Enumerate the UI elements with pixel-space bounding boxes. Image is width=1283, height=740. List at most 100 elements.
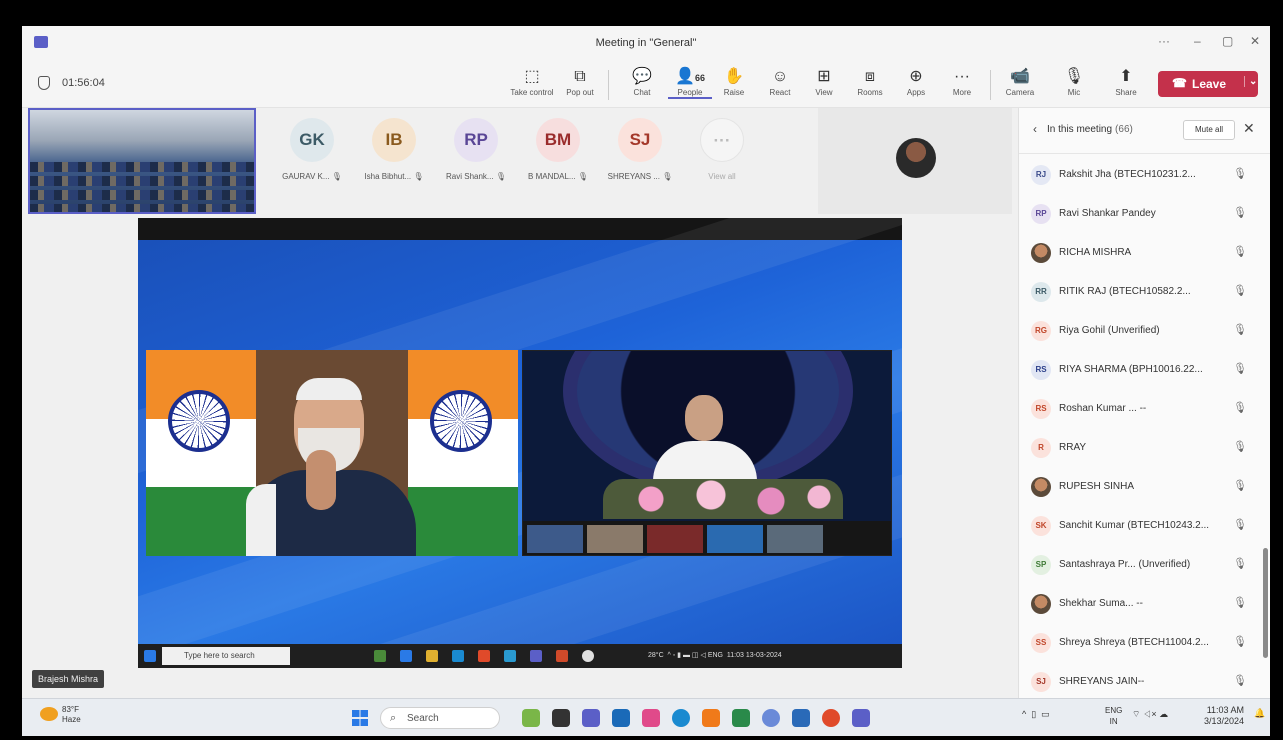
people-panel-header: ‹ In this meeting (66) Mute all ✕ xyxy=(1019,108,1270,154)
system-tray[interactable]: ^ ▯ ▭ xyxy=(1022,709,1050,720)
shared-search-box: Type here to search xyxy=(162,647,290,665)
teams-meeting-window: Meeting in "General" ··· – ▢ ✕ 01:56:04 … xyxy=(22,26,1270,698)
pop-out-button[interactable]: ⧉ Pop out xyxy=(558,66,602,97)
taskbar-clock[interactable]: 11:03 AM 3/13/2024 xyxy=(1204,705,1244,727)
windows-start-icon[interactable] xyxy=(352,710,368,726)
meeting-toolbar: 01:56:04 ⬚ Take control ⧉ Pop out 💬 Chat… xyxy=(22,62,1270,108)
network-volume-icons[interactable]: ⌔ ◁× ☁ xyxy=(1132,709,1168,720)
app-icon xyxy=(374,650,386,662)
mic-button[interactable]: 🎙 Mic xyxy=(1052,66,1096,97)
more-button[interactable]: ··· More xyxy=(940,66,984,97)
meeting-timer: 01:56:04 xyxy=(62,77,105,89)
avatar xyxy=(1031,594,1051,614)
app-icon[interactable] xyxy=(762,709,780,727)
window-title: Meeting in "General" xyxy=(595,37,697,49)
participant-name: RRAY xyxy=(1059,442,1087,453)
participant-tile[interactable]: RP Ravi Shank... 🎙 xyxy=(436,118,516,181)
camera-button[interactable]: 📹 Camera xyxy=(998,66,1042,97)
mute-all-button[interactable]: Mute all xyxy=(1183,120,1235,140)
chevron-down-icon[interactable]: ⌄ xyxy=(1244,76,1257,87)
excel-icon[interactable] xyxy=(732,709,750,727)
avatar: IB xyxy=(372,118,416,162)
minimize-button[interactable]: – xyxy=(1194,34,1201,48)
leave-button[interactable]: ☎ Leave ⌄ xyxy=(1158,71,1258,97)
chat-button[interactable]: 💬 Chat xyxy=(620,66,664,97)
app-icon[interactable] xyxy=(642,709,660,727)
avatar: BM xyxy=(536,118,580,162)
participant-list-item[interactable]: Shekhar Suma... -- 🎙 xyxy=(1019,585,1259,624)
participant-tile[interactable]: IB Isha Bibhut... 🎙 xyxy=(354,118,434,181)
react-button[interactable]: ☺ React xyxy=(758,66,802,97)
people-panel: ‹ In this meeting (66) Mute all ✕ RJ Raksh… xyxy=(1018,108,1270,698)
task-view-icon[interactable] xyxy=(552,709,570,727)
participant-tile[interactable]: BM B MANDAL... 🎙 xyxy=(518,118,598,181)
rooms-button[interactable]: ⧈ Rooms xyxy=(848,66,892,97)
view-icon: ⊞ xyxy=(817,68,831,85)
scrollbar[interactable] xyxy=(1263,548,1268,658)
apps-button[interactable]: ⊕ Apps xyxy=(894,66,938,97)
app-icon[interactable] xyxy=(612,709,630,727)
participant-list-item[interactable]: SP Santashraya Pr... (Unverified) 🎙 xyxy=(1019,546,1259,585)
participant-list-item[interactable]: SK Sanchit Kumar (BTECH10243.2... 🎙 xyxy=(1019,507,1259,546)
take-control-button[interactable]: ⬚ Take control xyxy=(510,66,554,97)
notification-bell-icon[interactable]: 🔔 xyxy=(1254,708,1265,719)
taskbar-search-box[interactable]: ⌕ Search xyxy=(380,707,500,729)
speaker-video-tile[interactable] xyxy=(818,108,1012,214)
participant-tile[interactable]: SJ SHREYANS ... 🎙 xyxy=(600,118,680,181)
app-icon[interactable] xyxy=(702,709,720,727)
people-button[interactable]: 👤66 People xyxy=(668,66,712,99)
people-count-badge: 66 xyxy=(694,73,705,83)
language-indicator[interactable]: ENG IN xyxy=(1105,705,1122,727)
weather-widget[interactable]: 83°F Haze xyxy=(62,705,81,725)
thumbnail-strip xyxy=(523,521,891,555)
restore-button[interactable]: ▢ xyxy=(1222,34,1233,48)
close-window-button[interactable]: ✕ xyxy=(1250,34,1260,48)
teams-icon xyxy=(530,650,542,662)
shared-time: 11:03 xyxy=(726,652,744,659)
participant-list-item[interactable]: RICHA MISHRA 🎙 xyxy=(1019,234,1259,273)
participant-list-item[interactable]: SS Shreya Shreya (BTECH11004.2... 🎙 xyxy=(1019,624,1259,663)
chevron-left-icon[interactable]: ‹ xyxy=(1033,122,1037,136)
window-more-button[interactable]: ··· xyxy=(1158,34,1170,48)
participant-name: RICHA MISHRA xyxy=(1059,247,1132,258)
participant-name-tag: Brajesh Mishra xyxy=(32,670,105,688)
participant-list-item[interactable]: SJ SHREYANS JAIN-- 🎙 xyxy=(1019,663,1259,698)
view-all-button[interactable]: ··· View all xyxy=(682,118,762,181)
share-button[interactable]: ⬆ Share xyxy=(1104,66,1148,97)
participant-list-item[interactable]: RS RIYA SHARMA (BPH10016.22... 🎙 xyxy=(1019,351,1259,390)
view-all-label: View all xyxy=(708,172,736,181)
participant-list-item[interactable]: RP Ravi Shankar Pandey 🎙 xyxy=(1019,195,1259,234)
participant-tile[interactable]: GK GAURAV K... 🎙 xyxy=(272,118,352,181)
avatar: R xyxy=(1031,438,1051,458)
participant-list-item[interactable]: RJ Rakshit Jha (BTECH10231.2... 🎙 xyxy=(1019,156,1259,195)
teams-icon[interactable] xyxy=(852,709,870,727)
folder-icon xyxy=(426,650,438,662)
participant-name-text: B MANDAL... xyxy=(528,172,576,181)
participant-list-item[interactable]: RS Roshan Kumar ... -- 🎙 xyxy=(1019,390,1259,429)
raise-hand-button[interactable]: ✋ Raise xyxy=(712,66,756,97)
participant-name: SHREYANS JAIN-- xyxy=(1059,676,1145,687)
mic-off-icon: 🎙 xyxy=(1233,168,1247,180)
participant-list-item[interactable]: RR RITIK RAJ (BTECH10582.2... 🎙 xyxy=(1019,273,1259,312)
apps-icon: ⊕ xyxy=(909,68,923,85)
chrome-icon[interactable] xyxy=(822,709,840,727)
people-icon: 👤66 xyxy=(668,66,712,88)
participant-name: SHREYANS ... 🎙 xyxy=(600,172,680,181)
app-icon xyxy=(478,650,490,662)
close-icon[interactable]: ✕ xyxy=(1243,120,1255,137)
chat-app-icon[interactable] xyxy=(582,709,600,727)
app-icon[interactable] xyxy=(792,709,810,727)
people-panel-title: In this meeting (66) xyxy=(1047,124,1133,135)
widgets-icon[interactable] xyxy=(522,709,540,727)
classroom-video-tile[interactable] xyxy=(28,108,256,214)
audience-row xyxy=(30,162,254,172)
participant-list-item[interactable]: RUPESH SINHA 🎙 xyxy=(1019,468,1259,507)
participant-list-item[interactable]: R RRAY 🎙 xyxy=(1019,429,1259,468)
edge-icon[interactable] xyxy=(672,709,690,727)
participant-name: Rakshit Jha (BTECH10231.2... xyxy=(1059,169,1196,180)
participant-list-item[interactable]: RG Riya Gohil (Unverified) 🎙 xyxy=(1019,312,1259,351)
clock-time: 11:03 AM xyxy=(1206,705,1245,715)
view-button[interactable]: ⊞ View xyxy=(802,66,846,97)
participant-name-text: Ravi Shank... xyxy=(446,172,494,181)
participant-name: B MANDAL... 🎙 xyxy=(518,172,598,181)
